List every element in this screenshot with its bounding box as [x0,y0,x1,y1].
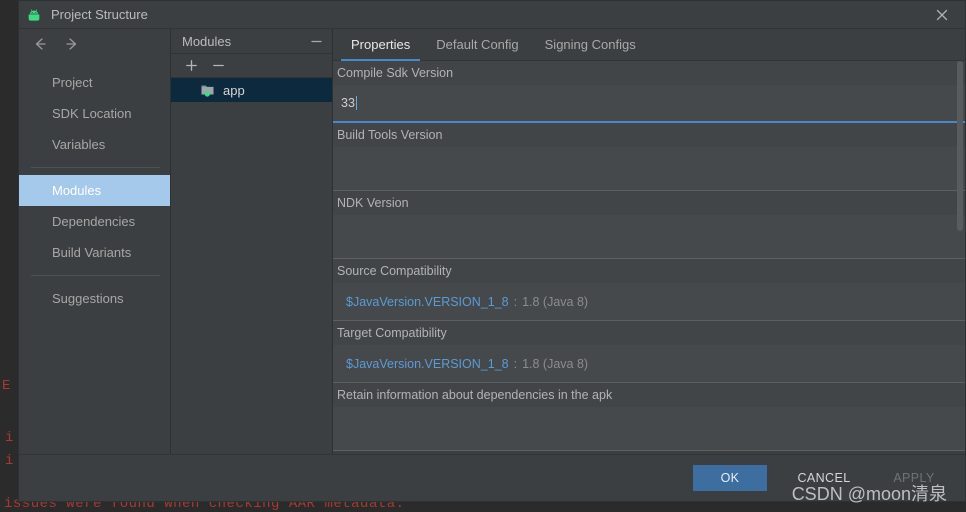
project-structure-dialog: Project Structure Project [18,0,966,502]
tab-signing-configs[interactable]: Signing Configs [532,29,649,60]
variable-resolved-value: 1.8 (Java 8) [522,295,588,309]
sidebar-item-label: Modules [52,183,101,198]
dialog-titlebar: Project Structure [19,1,965,29]
field-label: Source Compatibility [333,259,965,283]
android-robot-icon [25,6,43,24]
modules-tree: app [171,78,332,454]
properties-panel: Properties Default Config Signing Config… [333,29,965,454]
background-text-fragment: E [2,378,10,394]
field-label: NDK Version [333,191,965,215]
arrow-right-icon[interactable] [63,35,81,53]
sidebar-divider [31,167,160,168]
dialog-button-bar: OK CANCEL APPLY CSDN @moon清泉 [19,454,965,501]
field-source-compatibility: Source Compatibility $JavaVersion.VERSIO… [333,259,965,321]
compile-sdk-version-input[interactable]: 33 [333,85,965,123]
ndk-version-input[interactable] [333,215,965,259]
dialog-title: Project Structure [51,7,148,22]
module-tree-item-app[interactable]: app [171,78,332,102]
modules-panel-header: Modules [171,29,332,53]
sidebar-item-label: SDK Location [52,106,132,121]
dialog-body: Project SDK Location Variables Modules D… [19,29,965,454]
field-retain-dependency-info: Retain information about dependencies in… [333,383,965,451]
field-build-tools-version: Build Tools Version [333,123,965,191]
source-compatibility-input[interactable]: $JavaVersion.VERSION_1_8 : 1.8 (Java 8) [333,283,965,321]
sidebar-item-variables[interactable]: Variables [19,129,170,160]
cancel-button[interactable]: CANCEL [787,465,861,491]
field-value-text: 33 [341,96,355,110]
minus-icon[interactable] [211,58,226,73]
variable-resolved-value: 1.8 (Java 8) [522,357,588,371]
background-text-fragment: i [5,453,13,469]
module-folder-icon [200,82,216,98]
field-label: Build Tools Version [333,123,965,147]
target-compatibility-input[interactable]: $JavaVersion.VERSION_1_8 : 1.8 (Java 8) [333,345,965,383]
variable-separator: : [514,295,517,309]
plus-icon[interactable] [184,58,199,73]
tab-label: Signing Configs [545,37,636,52]
variable-separator: : [514,357,517,371]
variable-reference: $JavaVersion.VERSION_1_8 [346,357,509,371]
sidebar-item-suggestions[interactable]: Suggestions [19,283,170,314]
sidebar-item-sdk-location[interactable]: SDK Location [19,98,170,129]
sidebar-item-label: Build Variants [52,245,131,260]
build-tools-version-input[interactable] [333,147,965,191]
retain-dependency-info-input[interactable] [333,407,965,451]
navigation-arrows [19,29,170,59]
tab-bar: Properties Default Config Signing Config… [333,29,965,61]
close-icon [935,8,949,22]
field-target-compatibility: Target Compatibility $JavaVersion.VERSIO… [333,321,965,383]
field-label: Target Compatibility [333,321,965,345]
sidebar-item-label: Suggestions [52,291,124,306]
tab-properties[interactable]: Properties [338,29,423,60]
sidebar-item-label: Project [52,75,92,90]
tab-default-config[interactable]: Default Config [423,29,531,60]
field-label: Compile Sdk Version [333,61,965,85]
sidebar-divider [31,275,160,276]
modules-panel: Modules [170,29,333,454]
tab-label: Default Config [436,37,518,52]
modules-toolbar [171,53,332,78]
apply-button: APPLY [877,465,951,491]
sidebar-item-label: Dependencies [52,214,135,229]
sidebar-item-modules[interactable]: Modules [19,175,170,206]
sidebar-list: Project SDK Location Variables Modules D… [19,67,170,314]
arrow-left-icon[interactable] [31,35,49,53]
module-tree-item-label: app [223,83,245,98]
variable-reference: $JavaVersion.VERSION_1_8 [346,295,509,309]
field-ndk-version: NDK Version [333,191,965,259]
sidebar: Project SDK Location Variables Modules D… [19,29,170,454]
properties-scrollbar[interactable] [955,61,965,454]
sidebar-item-build-variants[interactable]: Build Variants [19,237,170,268]
scrollbar-thumb[interactable] [957,61,963,231]
tab-label: Properties [351,37,410,52]
sidebar-item-dependencies[interactable]: Dependencies [19,206,170,237]
properties-scroll-area: Compile Sdk Version 33 Build Tools Versi… [333,61,965,454]
sidebar-item-project[interactable]: Project [19,67,170,98]
close-button[interactable] [919,1,965,29]
text-caret [356,96,357,110]
modules-panel-title: Modules [182,34,231,49]
background-text-fragment: i [5,430,13,446]
minimize-icon[interactable] [310,35,323,48]
field-label: Retain information about dependencies in… [333,383,965,407]
field-compile-sdk-version: Compile Sdk Version 33 [333,61,965,123]
sidebar-item-label: Variables [52,137,105,152]
ok-button[interactable]: OK [693,465,767,491]
